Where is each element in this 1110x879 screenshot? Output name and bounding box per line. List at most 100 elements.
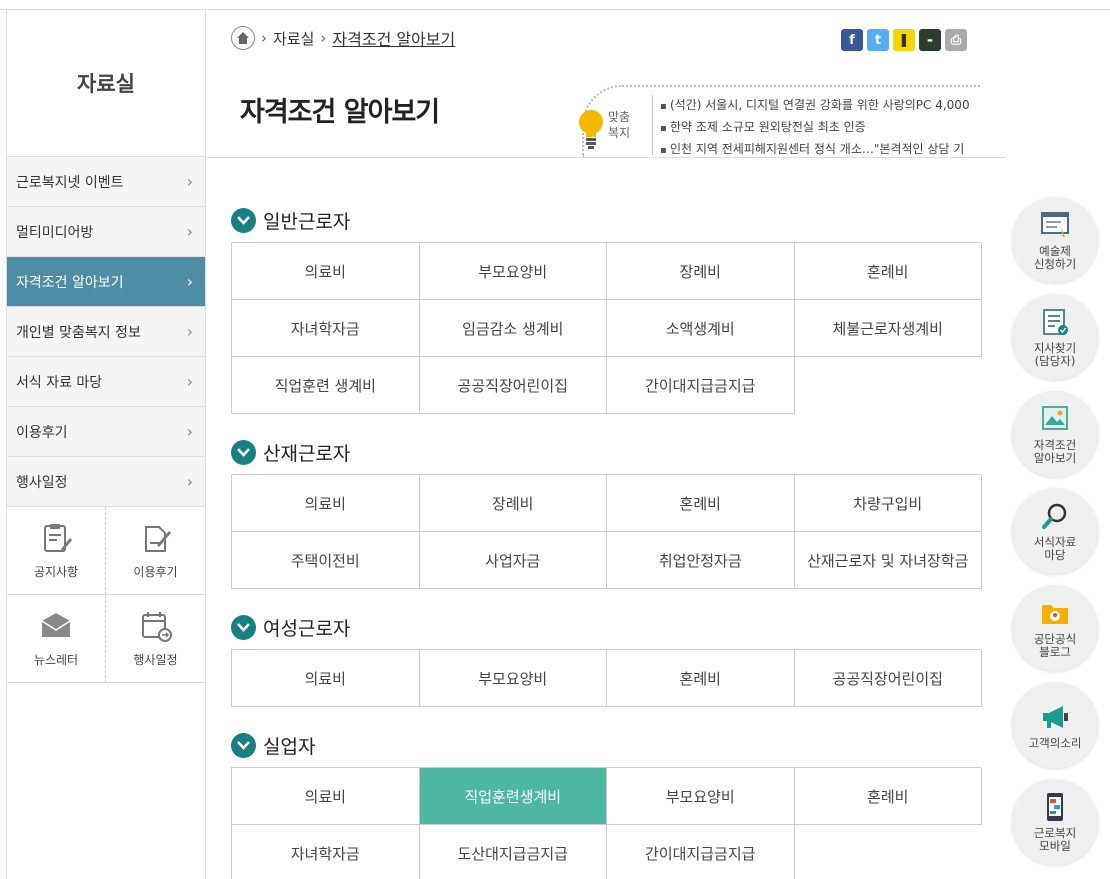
breadcrumb-current[interactable]: 자격조건 알아보기	[332, 26, 455, 50]
benefit-cell[interactable]: 부모요양비	[419, 650, 607, 707]
chevron-right-icon: ›	[186, 422, 193, 441]
review-icon	[144, 526, 171, 552]
benefit-cell[interactable]: 소액생계비	[607, 300, 795, 357]
benefit-cell[interactable]: 임금감소 생계비	[419, 300, 607, 357]
benefit-cell[interactable]: 공공직장어린이집	[794, 650, 982, 707]
sidebar-item-label: 근로복지넷 이벤트	[16, 174, 124, 191]
benefit-cell[interactable]: 사업자금	[419, 532, 607, 589]
section-unemployed: 실업자 의료비 직업훈련생계비 부모요양비 혼례비 자녀학자금 도산대지급금지급…	[231, 731, 982, 879]
benefit-cell[interactable]: 장례비	[419, 475, 607, 532]
sidebar-item-multimedia[interactable]: 멀티미디어방 ›	[7, 207, 205, 257]
sidebar-item-label: 행사일정	[16, 474, 68, 491]
sidebar-item-label: 서식 자료 마당	[16, 374, 103, 391]
art-festival-icon	[1041, 212, 1069, 237]
quick-menu-forms[interactable]: 서식자료 마당	[1012, 488, 1098, 574]
benefit-cell[interactable]: 산재근로자 및 자녀장학금	[794, 532, 982, 589]
section-header: 일반근로자	[231, 206, 981, 234]
twitter-icon[interactable]: t	[867, 29, 889, 51]
quick-menu-qualification[interactable]: 자격조건 알아보기	[1012, 391, 1098, 477]
quick-menu-branch-finder[interactable]: 지사찾기 (담당자)	[1012, 294, 1098, 380]
right-quick-menu: 예술제 신청하기 지사찾기 (담당자) 자격조건 알아보기 서식자료 마당 공단…	[1012, 197, 1100, 876]
benefit-cell[interactable]: 간이대지급금지급	[607, 357, 795, 414]
quick-link-schedule[interactable]: 행사일정	[106, 595, 205, 683]
benefit-cell[interactable]: 차량구입비	[794, 475, 982, 532]
quick-menu-art-festival[interactable]: 예술제 신청하기	[1012, 197, 1098, 283]
benefit-cell[interactable]: 부모요양비	[419, 243, 607, 300]
sidebar-item-qualification[interactable]: 자격조건 알아보기 ›	[7, 257, 205, 307]
benefit-cell[interactable]: 공공직장어린이집	[419, 357, 607, 414]
breadcrumb-separator: ›	[320, 29, 327, 47]
facebook-icon[interactable]: f	[841, 29, 863, 51]
benefit-cell[interactable]: 도산대지급금지급	[419, 825, 607, 879]
blog-folder-icon	[1042, 605, 1068, 624]
quick-link-newsletter[interactable]: 뉴스레터	[7, 595, 106, 683]
header-divider	[206, 157, 1006, 158]
benefit-cell[interactable]: 체불근로자생계비	[794, 300, 982, 357]
quick-link-label: 뉴스레터	[33, 653, 79, 667]
news-label: 맞춤 복지	[608, 110, 631, 140]
benefit-cell[interactable]: 부모요양비	[607, 768, 795, 825]
chevron-right-icon: ›	[186, 472, 193, 491]
quick-menu-label: 고객의소리	[1028, 735, 1082, 750]
quick-menu-label: 예술제 신청하기	[1033, 244, 1077, 271]
benefit-cell[interactable]: 장례비	[607, 243, 795, 300]
quick-menu-label: 서식자료 마당	[1033, 535, 1077, 562]
benefit-grid: 의료비 장례비 혼례비 차량구입비 주택이전비 사업자금 취업안정자금 산재근로…	[231, 474, 982, 589]
benefit-cell[interactable]: 혼례비	[607, 475, 795, 532]
section-industrial-accident-workers: 산재근로자 의료비 장례비 혼례비 차량구입비 주택이전비 사업자금 취업안정자…	[231, 438, 982, 589]
benefit-cell[interactable]: 간이대지급금지급	[607, 825, 795, 879]
sidebar-quick-links: 공지사항 이용후기 뉴스레터 행사일정	[7, 507, 205, 683]
quick-menu-mobile[interactable]: 근로복지 모바일	[1012, 779, 1098, 865]
chevron-down-icon[interactable]	[231, 439, 256, 465]
mobile-icon	[1047, 793, 1063, 821]
news-item[interactable]: (석간) 서울시, 디지털 연결권 강화를 위한 사랑의PC 4,000	[660, 95, 980, 117]
quick-menu-customer-voice[interactable]: 고객의소리	[1012, 682, 1098, 768]
search-icon	[1042, 503, 1067, 529]
band-icon[interactable]: ▬	[919, 29, 941, 51]
sidebar-item-forms[interactable]: 서식 자료 마당 ›	[7, 357, 205, 407]
benefit-cell[interactable]: 주택이전비	[232, 532, 420, 589]
benefit-cell[interactable]: 혼례비	[607, 650, 795, 707]
quick-menu-blog[interactable]: 공단공식 블로그	[1012, 585, 1098, 671]
sidebar-item-label: 멀티미디어방	[16, 224, 94, 241]
sidebar-item-custom-welfare[interactable]: 개인별 맞춤복지 정보 ›	[7, 307, 205, 357]
chevron-right-icon: ›	[186, 372, 193, 391]
benefit-cell[interactable]: 의료비	[232, 650, 420, 707]
benefit-cell[interactable]: 의료비	[232, 243, 420, 300]
sidebar-item-schedule[interactable]: 행사일정 ›	[7, 457, 205, 507]
sidebar-title: 자료실	[7, 10, 205, 157]
quick-link-label: 이용후기	[133, 565, 178, 579]
quick-link-review[interactable]: 이용후기	[106, 507, 205, 595]
section-title: 일반근로자	[263, 210, 351, 233]
custom-welfare-news: 맞춤 복지 (석간) 서울시, 디지털 연결권 강화를 위한 사랑의PC 4,0…	[568, 85, 980, 157]
qualification-icon	[1042, 406, 1068, 430]
home-icon[interactable]	[231, 26, 255, 50]
quick-link-notice[interactable]: 공지사항	[7, 507, 106, 595]
benefit-cell[interactable]: 혼례비	[794, 768, 982, 825]
section-title: 여성근로자	[263, 617, 351, 640]
kakaostory-icon[interactable]: ❚	[893, 29, 915, 51]
quick-link-label: 행사일정	[133, 653, 178, 667]
chevron-down-icon[interactable]	[231, 614, 256, 640]
benefit-cell[interactable]: 의료비	[232, 768, 420, 825]
newsletter-icon	[41, 613, 71, 637]
chevron-down-icon[interactable]	[231, 207, 256, 233]
benefit-cell[interactable]: 의료비	[232, 475, 420, 532]
section-women-workers: 여성근로자 의료비 부모요양비 혼례비 공공직장어린이집	[231, 613, 982, 707]
benefit-grid: 의료비 부모요양비 장례비 혼례비 자녀학자금 임금감소 생계비 소액생계비 체…	[231, 242, 982, 414]
benefit-cell[interactable]: 직업훈련 생계비	[232, 357, 420, 414]
benefit-cell[interactable]: 혼례비	[794, 243, 982, 300]
benefit-cell[interactable]: 취업안정자금	[607, 532, 795, 589]
breadcrumb-level1[interactable]: 자료실	[273, 28, 314, 49]
sidebar-item-label: 개인별 맞춤복지 정보	[16, 324, 141, 341]
news-divider	[652, 95, 653, 155]
benefit-cell[interactable]: 자녀학자금	[232, 300, 420, 357]
news-item[interactable]: 한약 조제 소규모 원외탕전실 최초 인증	[660, 117, 980, 139]
share-buttons: f t ❚ ▬ ⎙	[841, 29, 967, 51]
benefit-cell[interactable]: 자녀학자금	[232, 825, 420, 879]
sidebar-item-event[interactable]: 근로복지넷 이벤트 ›	[7, 157, 205, 207]
print-icon[interactable]: ⎙	[945, 29, 967, 51]
benefit-cell-active[interactable]: 직업훈련생계비	[419, 768, 607, 825]
sidebar-item-reviews[interactable]: 이용후기 ›	[7, 407, 205, 457]
chevron-down-icon[interactable]	[231, 732, 256, 758]
